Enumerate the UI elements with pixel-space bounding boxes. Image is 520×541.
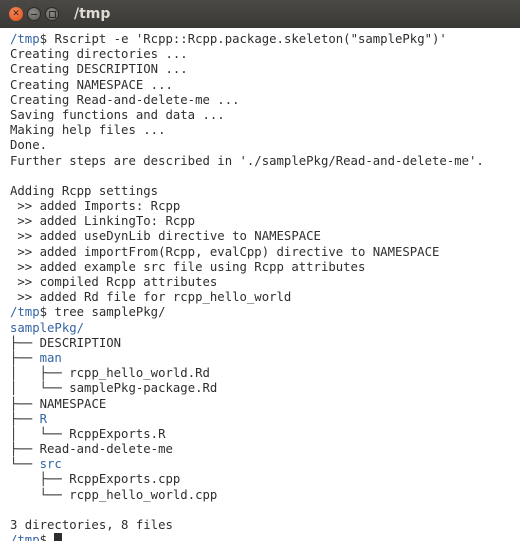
tree-file-name: rcpp_hello_world.cpp	[69, 487, 218, 502]
tree-entry: ├── NAMESPACE	[10, 397, 520, 412]
tree-entry: └── rcpp_hello_world.cpp	[10, 488, 520, 503]
maximize-button[interactable]	[45, 7, 59, 21]
tree-directory-name: src	[39, 457, 62, 472]
tree-entry: samplePkg/	[10, 321, 520, 336]
tree-branch: └──	[10, 487, 70, 502]
prompt-path: /tmp	[10, 305, 40, 320]
command-text: Rscript -e 'Rcpp::Rcpp.package.skeleton(…	[54, 32, 447, 46]
tree-branch: │ └──	[10, 381, 70, 396]
tree-branch: │ └──	[10, 426, 70, 441]
close-icon: ✕	[12, 9, 20, 19]
prompt-path: /tmp	[10, 32, 40, 46]
prompt-symbol: $	[39, 32, 55, 46]
tree-file-name: RcppExports.cpp	[69, 472, 181, 487]
terminal-output[interactable]: /tmp$ Rscript -e 'Rcpp::Rcpp.package.ske…	[10, 32, 520, 541]
minimize-button[interactable]	[27, 7, 41, 21]
tree-entry: ├── man	[10, 351, 520, 366]
prompt-line: /tmp$ tree samplePkg/	[10, 305, 520, 320]
tree-entry: │ ├── rcpp_hello_world.Rd	[10, 366, 520, 381]
output-line: >> compiled Rcpp attributes	[10, 275, 218, 289]
output-line: >> added Imports: Rcpp	[10, 199, 181, 214]
text-cursor	[54, 533, 63, 541]
title-bar[interactable]: ✕ /tmp	[0, 0, 520, 28]
output-line: Further steps are described in './sample…	[10, 153, 484, 168]
tree-entry: │ └── samplePkg-package.Rd	[10, 381, 520, 396]
prompt-symbol: $	[39, 305, 55, 320]
output-line: Making help files ...	[10, 123, 166, 138]
tree-branch: └──	[10, 457, 40, 472]
tree-file-name: rcpp_hello_world.Rd	[69, 366, 210, 381]
output-line: Creating NAMESPACE ...	[10, 77, 173, 92]
minimize-icon	[31, 14, 37, 15]
prompt-symbol: $	[39, 533, 55, 541]
prompt-line: /tmp$ Rscript -e 'Rcpp::Rcpp.package.ske…	[10, 32, 520, 47]
tree-directory-name: R	[39, 411, 48, 426]
maximize-icon	[49, 11, 56, 18]
output-line: Creating Read-and-delete-me ...	[10, 92, 240, 107]
tree-entry: ├── R	[10, 412, 520, 427]
terminal-window: ✕ /tmp /tmp$ Rscript -e 'Rcpp::Rcpp.pack…	[0, 0, 520, 541]
output-line: >> added Rd file for rcpp_hello_world	[10, 290, 292, 305]
tree-file-name: DESCRIPTION	[39, 335, 122, 350]
tree-branch: ├──	[10, 350, 40, 365]
output-line: >> added example src file using Rcpp att…	[10, 259, 366, 274]
output-line: Saving functions and data ...	[10, 107, 225, 122]
tree-file-name: Read-and-delete-me	[39, 442, 173, 457]
output-line: Done.	[10, 138, 48, 153]
output-line: Adding Rcpp settings	[10, 183, 159, 198]
tree-entry: ├── RcppExports.cpp	[10, 472, 520, 487]
tree-file-name: NAMESPACE	[39, 396, 107, 411]
tree-file-name: RcppExports.R	[69, 426, 166, 441]
output-line: 3 directories, 8 files	[10, 518, 173, 532]
tree-branch: │ ├──	[10, 366, 70, 381]
tree-directory-name: man	[39, 350, 62, 365]
tree-entry: ├── DESCRIPTION	[10, 336, 520, 351]
tree-directory-name: samplePkg/	[10, 320, 85, 335]
close-button[interactable]: ✕	[9, 7, 23, 21]
tree-entry: │ └── RcppExports.R	[10, 427, 520, 442]
output-line: Creating DESCRIPTION ...	[10, 62, 188, 77]
tree-branch: ├──	[10, 411, 40, 426]
tree-entry: └── src	[10, 457, 520, 472]
command-text: tree samplePkg/	[54, 305, 166, 320]
output-line: >> added LinkingTo: Rcpp	[10, 214, 196, 229]
output-line: >> added useDynLib directive to NAMESPAC…	[10, 229, 321, 244]
tree-file-name: samplePkg-package.Rd	[69, 381, 218, 396]
tree-branch: ├──	[10, 472, 70, 487]
output-line: Creating directories ...	[10, 47, 188, 62]
tree-entry: ├── Read-and-delete-me	[10, 442, 520, 457]
prompt-line: /tmp$	[10, 533, 520, 541]
window-title: /tmp	[74, 6, 111, 22]
prompt-path: /tmp	[10, 533, 40, 541]
output-line: >> added importFrom(Rcpp, evalCpp) direc…	[10, 244, 440, 259]
tree-branch: ├──	[10, 442, 40, 457]
tree-branch: ├──	[10, 335, 40, 350]
tree-branch: ├──	[10, 396, 40, 411]
